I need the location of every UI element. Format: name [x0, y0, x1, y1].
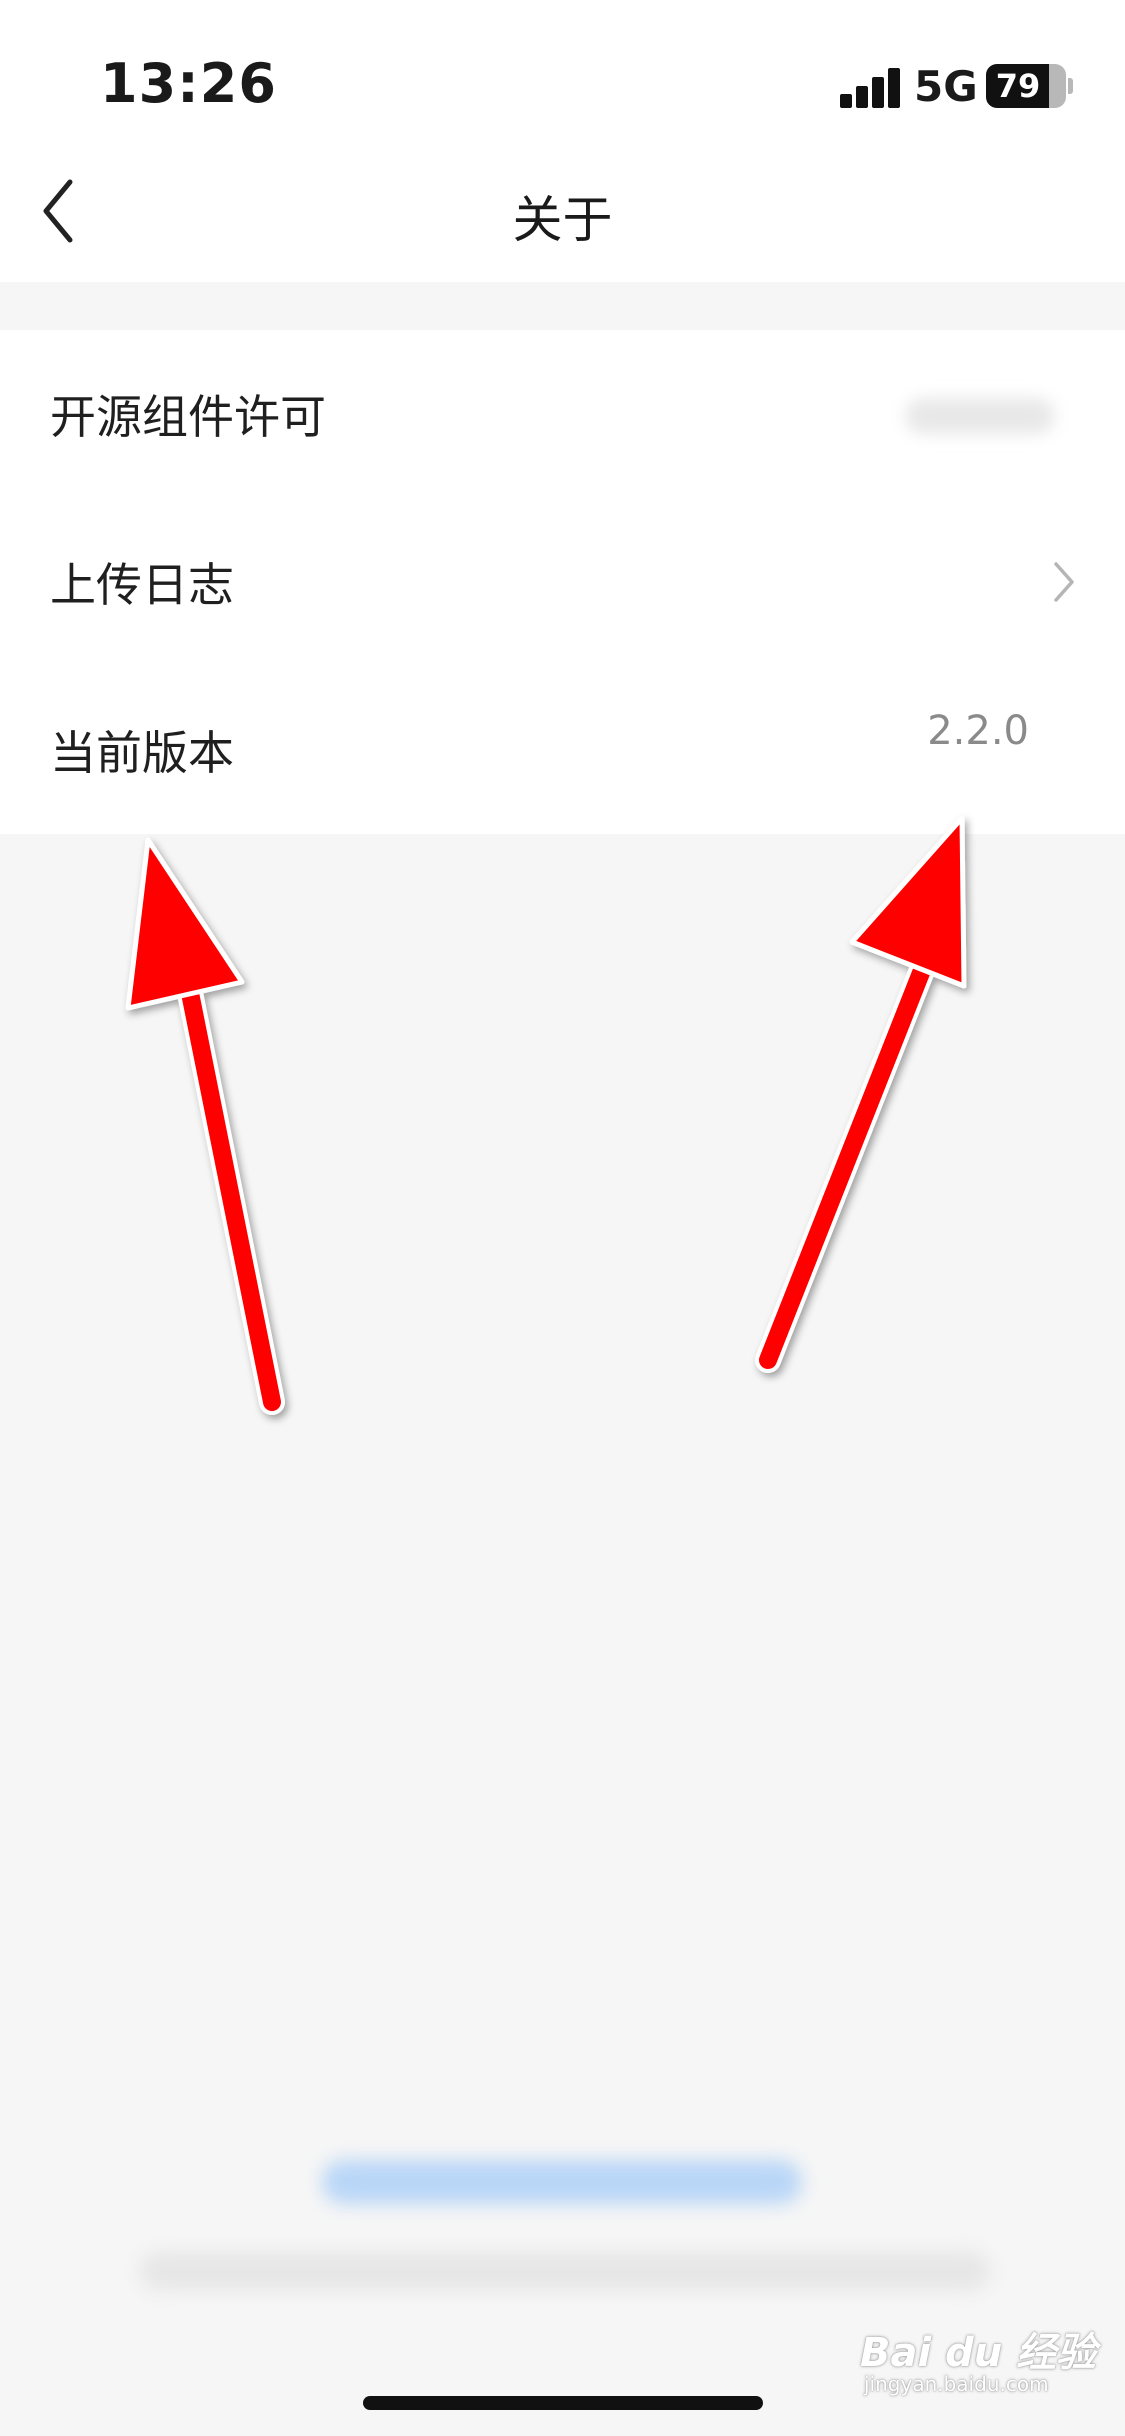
list-item-upload-logs[interactable]: 上传日志	[0, 498, 1125, 666]
status-bar: 13:26 5G 79	[0, 0, 1125, 140]
battery-icon: 79	[986, 64, 1066, 108]
list-item-open-source-licenses[interactable]: 开源组件许可	[0, 330, 1125, 498]
arrow-right-head	[849, 815, 967, 989]
arrow-right-shaft	[759, 941, 939, 1369]
footer-text-blurred	[140, 2252, 990, 2290]
list-item-label: 上传日志	[50, 558, 234, 612]
home-indicator[interactable]	[363, 2396, 763, 2410]
watermark-brand: Bai du 经验	[860, 2330, 1097, 2376]
battery-cap	[1068, 78, 1073, 94]
nav-bar: 关于	[0, 140, 1125, 282]
arrow-left-shaft	[174, 949, 281, 1411]
network-type: 5G	[914, 62, 978, 111]
page-title: 关于	[512, 191, 613, 249]
settings-list: 开源组件许可 上传日志 当前版本 2.2.0	[0, 330, 1125, 834]
about-screen: 13:26 5G 79 关于 开源组件许可 上传日志 当前版本 2.2.0 Ba…	[0, 0, 1125, 2436]
signal-icon	[840, 66, 902, 108]
version-value: 2.2.0	[927, 708, 1029, 754]
battery-level: 79	[995, 67, 1041, 105]
watermark-url: jingyan.baidu.com	[864, 2372, 1049, 2396]
baidu-watermark: Bai du 经验 jingyan.baidu.com	[860, 2320, 1096, 2400]
status-time: 13:26	[100, 52, 277, 115]
chevron-right-icon	[1054, 562, 1074, 602]
arrow-left-head	[125, 837, 245, 1011]
list-item-label: 当前版本	[50, 726, 234, 780]
blurred-value	[905, 398, 1055, 434]
footer-link-blurred[interactable]	[322, 2160, 802, 2204]
list-item-label: 开源组件许可	[50, 390, 326, 444]
list-item-current-version: 当前版本 2.2.0	[0, 666, 1125, 834]
